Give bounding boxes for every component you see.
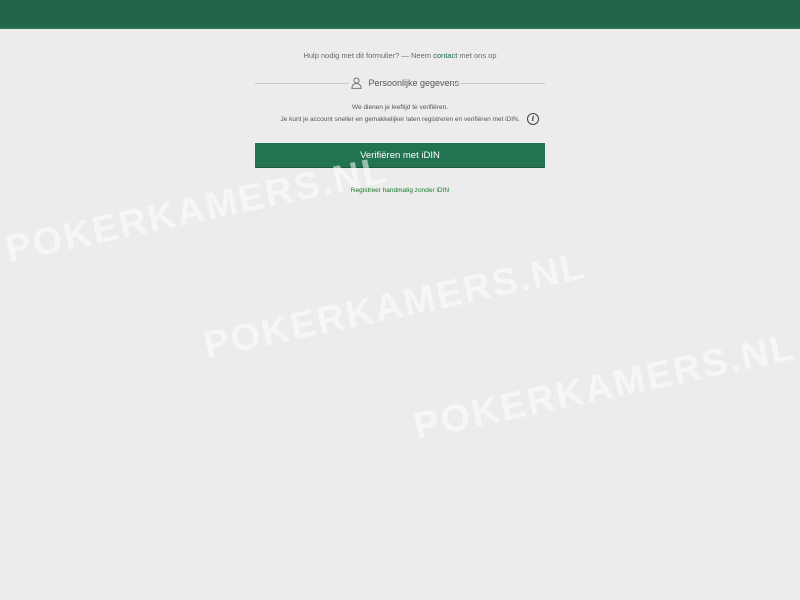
contact-link[interactable]: contact: [433, 51, 457, 60]
divider-right: [451, 83, 545, 84]
help-suffix: met ons op: [459, 51, 497, 60]
divider-left: [255, 83, 349, 84]
help-prefix: Hulp nodig met dit formulier? — Neem: [303, 51, 432, 60]
watermark: POKERKAMERS.NL: [410, 326, 800, 449]
info-line-1: We dienen je leeftijd te verifiëren.: [352, 104, 448, 111]
user-icon: [351, 77, 362, 89]
info-icon[interactable]: i: [527, 113, 539, 125]
verify-idin-button[interactable]: Verifiëren met iDIN: [255, 143, 545, 168]
help-text: Hulp nodig met dit formulier? — Neem con…: [0, 51, 800, 60]
manual-register-link[interactable]: Registreer handmatig zonder iDIN: [351, 187, 449, 194]
top-header-bar: [0, 0, 800, 29]
section-header: Persoonlijke gegevens: [255, 74, 545, 92]
info-line-2: Je kunt je account sneller en gemakkelij…: [280, 115, 520, 123]
watermark: POKERKAMERS.NL: [200, 245, 590, 368]
manual-register-wrap: Registreer handmatig zonder iDIN: [0, 187, 800, 194]
section-title: Persoonlijke gegevens: [368, 77, 460, 88]
info-text: We dienen je leeftijd te verifiëren. Je …: [0, 102, 800, 125]
section-title-wrap: Persoonlijke gegevens: [351, 74, 459, 92]
